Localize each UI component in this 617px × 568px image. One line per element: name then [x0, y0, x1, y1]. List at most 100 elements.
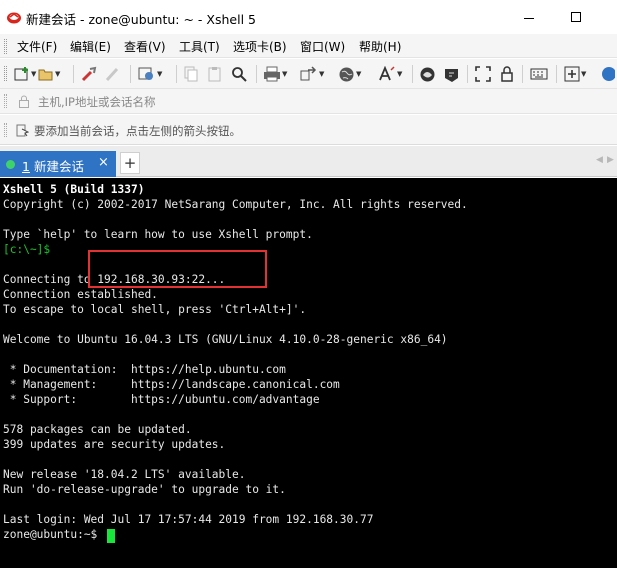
toolbar-grip	[4, 66, 7, 81]
reconnect-button[interactable]	[81, 64, 99, 84]
address-grip	[4, 94, 7, 108]
terminal-line: Welcome to Ubuntu 16.04.3 LTS (GNU/Linux…	[3, 333, 448, 346]
minimize-icon	[524, 17, 534, 19]
find-icon	[232, 67, 247, 82]
maximize-icon	[571, 12, 581, 22]
tab-scroll-left-icon[interactable]: ◀	[596, 155, 603, 165]
font-button[interactable]: ▼	[378, 64, 402, 84]
xshell-icon	[445, 68, 458, 82]
menu-grip	[4, 39, 7, 54]
help-icon	[602, 67, 615, 81]
find-button[interactable]	[231, 64, 247, 84]
tab-bar: 1 新建会话 × + ◀ ▶	[0, 146, 617, 177]
xftp-icon	[420, 67, 435, 81]
transfer-icon	[300, 66, 317, 81]
menu-tools[interactable]: 工具(T)	[179, 38, 220, 55]
dropdown-caret-icon: ▼	[397, 70, 403, 78]
toolbar-separator	[556, 65, 557, 83]
terminal-line: Last login: Wed Jul 17 17:57:44 2019 fro…	[3, 513, 374, 526]
terminal-cursor	[107, 529, 115, 543]
terminal-line: Connection established.	[3, 288, 158, 301]
paste-button[interactable]	[207, 64, 223, 84]
menu-tabs[interactable]: 选项卡(B)	[233, 38, 287, 55]
terminal-line: * Management: https://landscape.canonica…	[3, 378, 340, 391]
hint-grip	[4, 123, 7, 137]
add-button[interactable]: ▼	[564, 64, 586, 84]
properties-button[interactable]: ▼	[138, 64, 162, 84]
maximize-button[interactable]	[562, 6, 590, 28]
address-placeholder: 主机,IP地址或会话名称	[38, 95, 156, 109]
menu-file[interactable]: 文件(F)	[17, 38, 57, 55]
keyboard-button[interactable]	[530, 64, 548, 84]
paste-icon	[208, 67, 221, 82]
hint-text: 要添加当前会话，点击左侧的箭头按钮。	[34, 124, 241, 138]
terminal-line: To escape to local shell, press 'Ctrl+Al…	[3, 303, 307, 316]
address-bar: 主机,IP地址或会话名称	[0, 89, 617, 114]
session-hint-bar: 要添加当前会话，点击左侧的箭头按钮。	[0, 115, 617, 145]
menu-bar: 文件(F) 编辑(E) 查看(V) 工具(T) 选项卡(B) 窗口(W) 帮助(…	[0, 34, 617, 58]
toolbar-separator	[522, 65, 523, 83]
terminal-line: 399 updates are security updates.	[3, 438, 226, 451]
menu-help[interactable]: 帮助(H)	[359, 38, 401, 55]
toolbar-separator	[73, 65, 74, 83]
xftp-button[interactable]	[419, 64, 436, 84]
keyboard-icon	[530, 68, 548, 80]
open-folder-icon	[38, 69, 53, 81]
terminal-line: * Documentation: https://help.ubuntu.com	[3, 363, 286, 376]
disconnect-icon	[105, 67, 119, 82]
reconnect-icon	[81, 66, 97, 82]
tab-close-icon[interactable]: ×	[98, 155, 109, 170]
terminal-line: Xshell 5 (Build 1337)	[3, 183, 145, 196]
tab-title: 新建会话	[33, 159, 84, 174]
terminal-line: 578 packages can be updated.	[3, 423, 192, 436]
toolbar: ▼ ▼ ▼ ▼ ▼ ▼ ▼ ▼	[0, 59, 617, 89]
xshell-logo-icon	[7, 12, 21, 24]
title-bar: 新建会话 - zone@ubuntu: ~ - Xshell 5	[0, 0, 617, 34]
tab-scroll-right-icon[interactable]: ▶	[607, 155, 614, 165]
dropdown-caret-icon: ▼	[55, 70, 61, 78]
fullscreen-icon	[475, 66, 491, 82]
minimize-button[interactable]	[515, 6, 543, 28]
menu-window[interactable]: 窗口(W)	[300, 38, 345, 55]
address-lock-icon	[19, 95, 29, 108]
print-button[interactable]: ▼	[263, 64, 287, 84]
tab-number: 1	[22, 159, 30, 174]
terminal-line: Run 'do-release-upgrade' to upgrade to i…	[3, 483, 286, 496]
disconnect-button[interactable]	[104, 64, 122, 84]
lock-icon	[501, 66, 513, 82]
fullscreen-button[interactable]	[475, 64, 491, 84]
copy-button[interactable]	[183, 64, 199, 84]
menu-edit[interactable]: 编辑(E)	[70, 38, 111, 55]
dropdown-caret-icon: ▼	[356, 70, 362, 78]
help-button[interactable]	[601, 64, 615, 84]
annotation-highlight-box	[88, 250, 267, 288]
new-session-icon	[14, 67, 28, 81]
globe-button[interactable]: ▼	[338, 64, 361, 84]
terminal-area[interactable]: Xshell 5 (Build 1337) Copyright (c) 2002…	[0, 178, 617, 568]
tab-label: 1 新建会话	[22, 156, 84, 175]
add-tab-button[interactable]: +	[120, 152, 140, 174]
terminal-line: New release '18.04.2 LTS' available.	[3, 468, 246, 481]
terminal-local-prompt: [c:\~]$	[3, 243, 51, 256]
lock-button[interactable]	[500, 64, 514, 84]
new-session-button[interactable]: ▼	[14, 64, 36, 84]
add-icon	[564, 66, 580, 82]
xshell-button[interactable]	[443, 64, 460, 84]
terminal-line: Copyright (c) 2002-2017 NetSarang Comput…	[3, 198, 468, 211]
tab-new-session[interactable]: 1 新建会话 ×	[0, 151, 116, 177]
menu-view[interactable]: 查看(V)	[124, 38, 166, 55]
toolbar-separator	[412, 65, 413, 83]
open-button[interactable]: ▼	[38, 64, 60, 84]
toolbar-separator	[130, 65, 131, 83]
transfer-button[interactable]: ▼	[300, 64, 324, 84]
terminal-line: * Support: https://ubuntu.com/advantage	[3, 393, 320, 406]
print-icon	[264, 66, 280, 82]
dropdown-caret-icon: ▼	[282, 70, 288, 78]
add-session-arrow-icon[interactable]	[16, 124, 29, 137]
terminal-line: Type `help' to learn how to use Xshell p…	[3, 228, 313, 241]
dropdown-caret-icon: ▼	[319, 70, 325, 78]
font-icon	[379, 66, 395, 81]
connection-status-icon	[6, 160, 15, 169]
terminal-shell-prompt: zone@ubuntu:~$	[3, 528, 105, 541]
terminal-scrollbar[interactable]	[613, 178, 617, 568]
